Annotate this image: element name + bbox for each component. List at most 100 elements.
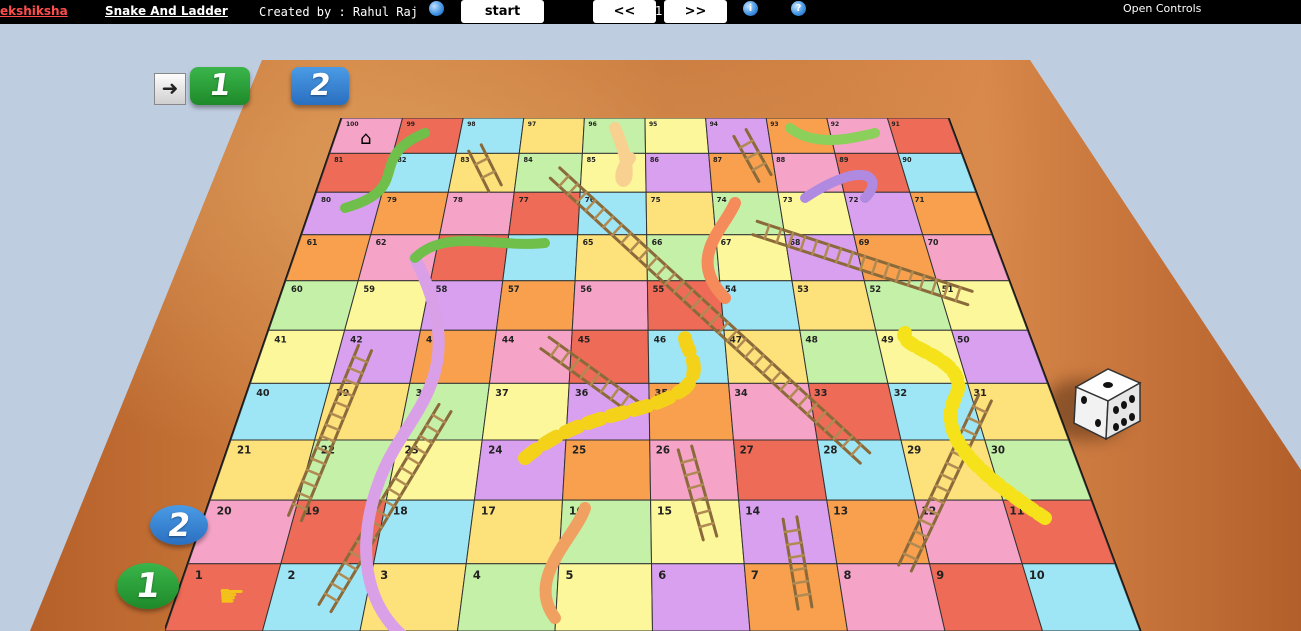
player1-token[interactable]: 1 <box>117 563 179 609</box>
board-cell[interactable] <box>651 563 751 631</box>
cell-number: 91 <box>891 121 899 128</box>
board-cell[interactable] <box>261 563 375 631</box>
cell-number: 52 <box>869 284 881 294</box>
cell-number: 71 <box>914 195 924 204</box>
arrow-right-icon: ➜ <box>154 73 186 105</box>
cell-number: 15 <box>657 504 672 517</box>
cell-number: 75 <box>651 195 661 204</box>
cell-number: 59 <box>363 284 375 294</box>
cell-number: 74 <box>717 195 727 204</box>
cell-number: 94 <box>710 121 718 128</box>
start-button[interactable]: start <box>461 0 544 23</box>
cell-number: 84 <box>524 156 534 164</box>
cell-number: 2 <box>288 568 296 582</box>
cell-number: 33 <box>814 388 827 399</box>
cell-number: 40 <box>256 388 270 399</box>
board-cell[interactable] <box>836 563 946 631</box>
cell-number: 36 <box>575 388 589 399</box>
help-icon[interactable]: ? <box>791 1 806 16</box>
cell-number: 61 <box>307 238 318 247</box>
cell-number: 90 <box>902 156 912 164</box>
cell-number: 97 <box>528 121 536 128</box>
top-bar: ekshiksha Snake And Ladder Created by : … <box>0 0 1301 24</box>
cell-number: 73 <box>783 195 793 204</box>
board-grid[interactable]: 100 99 98 97 96 95 94 93 92 9181 82 83 84 85 86 87 88 89 9… <box>165 118 1155 631</box>
board-cell[interactable] <box>314 382 411 441</box>
info-icon[interactable]: i <box>743 1 758 16</box>
cell-number: 30 <box>991 446 1005 457</box>
cell-number: 44 <box>502 335 515 345</box>
cell-number: 56 <box>580 284 592 294</box>
next-move-button[interactable]: >> <box>664 0 727 23</box>
player2-token[interactable]: 2 <box>150 505 208 545</box>
cell-number: 37 <box>495 388 508 399</box>
cell-number: 3 <box>380 568 388 582</box>
player1-indicator: 1 <box>190 67 250 105</box>
cell-number: 95 <box>649 121 657 128</box>
cell-number: 65 <box>583 238 594 247</box>
board-cell[interactable] <box>439 191 515 236</box>
cell-number: 58 <box>436 284 448 294</box>
cell-number: 50 <box>957 335 970 345</box>
cell-number: 66 <box>652 238 663 247</box>
previous-move-button[interactable]: << <box>593 0 656 23</box>
cell-number: 55 <box>653 284 665 294</box>
cell-number: 27 <box>740 446 754 457</box>
cell-number: 28 <box>823 446 837 457</box>
cell-number: 10 <box>1029 568 1045 582</box>
dice[interactable] <box>1068 365 1150 445</box>
cell-number: 72 <box>849 195 859 204</box>
player2-token-label: 2 <box>165 506 193 544</box>
cell-number: 25 <box>572 446 586 457</box>
board-cell[interactable] <box>372 499 475 565</box>
pointing-hand-icon: ☛ <box>218 579 245 614</box>
cell-number: 100 <box>346 121 359 128</box>
cell-number: 21 <box>237 446 251 457</box>
cell-number: 93 <box>770 121 778 128</box>
cell-number: 26 <box>656 446 670 457</box>
cell-number: 8 <box>844 568 852 582</box>
status-orb-icon[interactable] <box>429 1 444 16</box>
brand-link[interactable]: ekshiksha <box>0 4 68 18</box>
cell-number: 49 <box>881 335 894 345</box>
cell-number: 45 <box>578 335 591 345</box>
cell-number: 96 <box>588 121 596 128</box>
player2-indicator-label: 2 <box>307 68 333 103</box>
board-cell[interactable] <box>230 382 331 441</box>
cell-number: 81 <box>334 156 344 164</box>
cell-number: 83 <box>460 156 470 164</box>
cell-number: 5 <box>566 568 574 582</box>
board-cell[interactable] <box>329 329 422 384</box>
cell-number: 70 <box>928 238 939 247</box>
cell-number: 41 <box>274 335 287 345</box>
board-cell[interactable] <box>370 191 449 236</box>
cell-number: 24 <box>488 446 502 457</box>
cell-number: 48 <box>805 335 818 345</box>
game-title-link[interactable]: Snake And Ladder <box>105 4 228 18</box>
open-controls-link[interactable]: Open Controls <box>1123 2 1201 15</box>
cell-number: 42 <box>350 335 363 345</box>
cell-number: 46 <box>654 335 667 345</box>
cell-number: 67 <box>721 238 732 247</box>
cell-number: 32 <box>894 388 907 399</box>
board-cell[interactable] <box>409 329 497 384</box>
board-cell[interactable] <box>343 280 432 331</box>
cell-number: 86 <box>650 156 660 164</box>
cell-number: 89 <box>839 156 849 164</box>
cell-number: 80 <box>321 195 331 204</box>
house-icon: ⌂ <box>360 128 371 149</box>
cell-number: 6 <box>658 568 666 582</box>
cell-number: 87 <box>713 156 723 164</box>
cell-number: 88 <box>776 156 786 164</box>
cell-number: 57 <box>508 284 520 294</box>
player1-token-label: 1 <box>133 566 163 606</box>
game-board: 100 99 98 97 96 95 94 93 92 91 81 82 83 84 85 86 87 88 89 9… <box>165 118 1155 631</box>
cell-number: 4 <box>473 568 481 582</box>
move-history-index: 1 <box>655 4 663 18</box>
cell-number: 78 <box>453 195 463 204</box>
player1-indicator-label: 1 <box>207 68 233 103</box>
player2-indicator: 2 <box>291 67 349 105</box>
cell-number: 29 <box>907 446 921 457</box>
cell-number: 85 <box>587 156 597 164</box>
cell-number: 9 <box>936 568 944 582</box>
